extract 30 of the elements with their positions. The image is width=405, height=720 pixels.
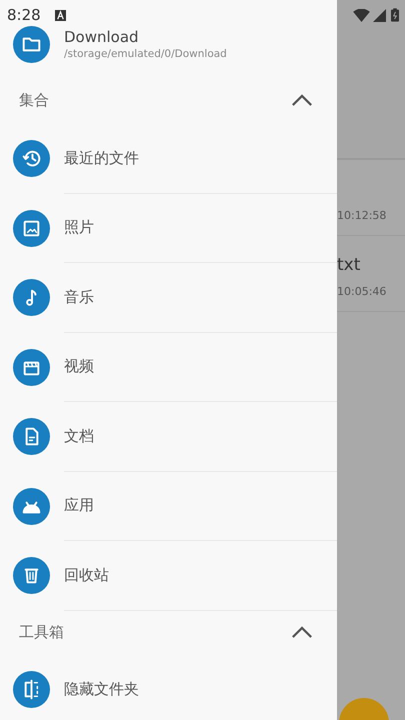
folder-name[interactable]: Download bbox=[64, 28, 227, 46]
folder-icon bbox=[13, 26, 50, 62]
battery-icon bbox=[391, 8, 399, 22]
image-icon bbox=[13, 210, 50, 247]
drawer-menu-item[interactable]: 照片 bbox=[64, 218, 94, 238]
file-time: 10:05:46 bbox=[337, 285, 388, 298]
drawer-menu-item[interactable]: 应用 bbox=[64, 496, 94, 516]
collapse-chevron-icon[interactable] bbox=[291, 626, 313, 639]
wifi-icon bbox=[353, 8, 370, 22]
drawer-menu-item[interactable]: 最近的文件 bbox=[64, 148, 139, 168]
clapperboard-icon bbox=[13, 348, 50, 386]
music-note-icon bbox=[13, 279, 50, 316]
drawer-menu-item[interactable]: 视频 bbox=[64, 357, 94, 376]
section-header: 集合 bbox=[19, 90, 49, 110]
history-icon bbox=[13, 140, 50, 178]
file-time: 10:12:58 bbox=[337, 209, 388, 222]
section-header: 工具箱 bbox=[19, 623, 64, 642]
drawer-menu-item[interactable]: 文档 bbox=[64, 426, 94, 446]
file-name: txt bbox=[337, 255, 362, 275]
android-icon bbox=[13, 488, 50, 525]
drawer-menu-item[interactable]: 隐藏文件夹 bbox=[64, 680, 139, 699]
collapse-chevron-icon[interactable] bbox=[291, 94, 313, 106]
signal-icon bbox=[373, 8, 386, 22]
folder-path: /storage/emulated/0/Download bbox=[64, 46, 227, 60]
document-icon bbox=[13, 418, 50, 456]
drawer-menu-item[interactable]: 音乐 bbox=[64, 288, 94, 307]
drawer-menu-item[interactable]: 回收站 bbox=[64, 566, 109, 585]
status-time: 8:28 bbox=[7, 6, 41, 24]
split-folder-icon bbox=[13, 670, 50, 708]
trash-icon bbox=[13, 557, 50, 594]
